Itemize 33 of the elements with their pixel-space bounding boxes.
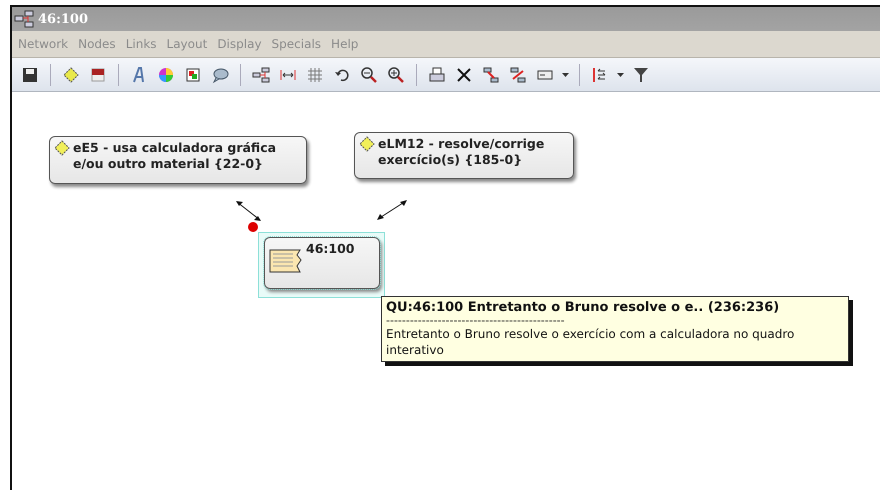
zoom-out-icon[interactable] bbox=[359, 64, 379, 84]
menu-item[interactable]: Network bbox=[13, 37, 74, 51]
node-label: 46:100 bbox=[306, 241, 354, 258]
network-icon bbox=[14, 10, 34, 28]
double-arrow bbox=[376, 199, 408, 221]
node-label: eE5 - usa calculadora gráfica e/ou outro material {22-0} bbox=[73, 140, 276, 173]
diamond-icon bbox=[359, 136, 375, 152]
diamond-icon bbox=[54, 140, 70, 156]
menu-item[interactable]: Specials bbox=[266, 37, 326, 51]
menu-item[interactable]: Nodes bbox=[73, 37, 121, 51]
tooltip-title: QU:46:100 Entretanto o Bruno resolve o e.. (236:236) bbox=[386, 300, 780, 315]
menu-item[interactable]: Links bbox=[120, 37, 162, 51]
unlink-icon[interactable] bbox=[508, 64, 528, 84]
anchor-dot bbox=[248, 222, 258, 232]
tooltip-text: Entretanto o Bruno resolve o exercício com a calculadora no quadro interativo bbox=[386, 326, 796, 358]
document-icon bbox=[269, 249, 303, 273]
print-icon[interactable] bbox=[427, 64, 447, 84]
caret-icon[interactable] bbox=[562, 72, 569, 76]
quotation-node[interactable]: 46:100 bbox=[264, 237, 380, 289]
code-node[interactable]: eE5 - usa calculadora gráfica e/ou outro material {22-0} bbox=[49, 136, 307, 184]
diamond-icon[interactable] bbox=[61, 64, 81, 84]
link-icon[interactable] bbox=[481, 64, 501, 84]
window-title: 46:100 bbox=[38, 12, 88, 26]
tooltip-separator: --------------------------------------------- bbox=[386, 315, 566, 326]
double-arrow bbox=[235, 200, 262, 222]
node-label: eLM12 - resolve/corrige exercício(s) {185-0} bbox=[378, 136, 544, 169]
menu-item[interactable]: Layout bbox=[162, 37, 212, 51]
caret-icon[interactable] bbox=[617, 72, 624, 76]
menu-item[interactable]: Help bbox=[326, 37, 364, 51]
menu-item[interactable]: Display bbox=[212, 37, 267, 51]
network-icon[interactable] bbox=[251, 64, 271, 84]
zoom-in-icon[interactable] bbox=[386, 64, 406, 84]
code-node[interactable]: eLM12 - resolve/corrige exercício(s) {185-0} bbox=[354, 132, 574, 179]
